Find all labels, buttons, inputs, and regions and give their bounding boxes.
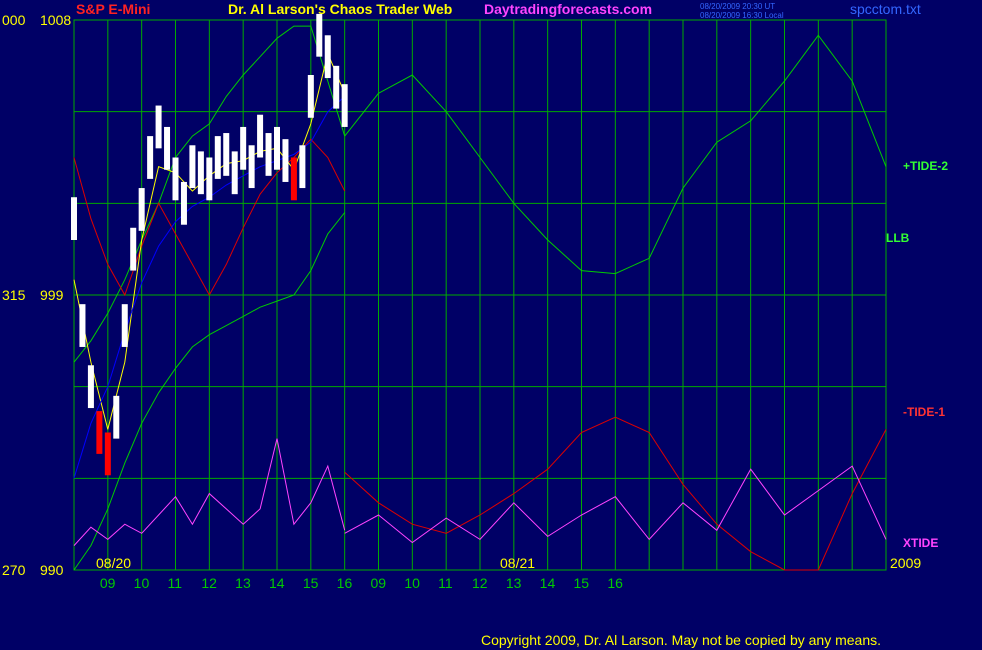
x-axis-hour-label: 10 bbox=[404, 575, 420, 591]
series-label-tide_plus: +TIDE-2 bbox=[903, 159, 948, 173]
chart-background bbox=[0, 0, 982, 650]
price-bar bbox=[180, 181, 187, 225]
y-axis-price-label: 1008 bbox=[40, 12, 71, 28]
price-bar bbox=[223, 133, 230, 176]
price-bar bbox=[333, 65, 340, 109]
price-bar bbox=[231, 151, 238, 195]
price-bar bbox=[172, 157, 179, 201]
x-axis-hour-label: 15 bbox=[303, 575, 319, 591]
price-bar bbox=[96, 411, 103, 454]
timestamp-local: 08/20/2009 16:30 Local bbox=[700, 11, 784, 20]
series-label-tide_minus: -TIDE-1 bbox=[903, 405, 945, 419]
price-bar bbox=[164, 126, 171, 170]
x-axis-hour-label: 12 bbox=[472, 575, 488, 591]
y-axis-angle-label: 270 bbox=[2, 562, 26, 578]
price-bar bbox=[197, 151, 204, 195]
price-bar bbox=[324, 35, 331, 79]
price-bar bbox=[341, 84, 348, 127]
price-bar bbox=[282, 139, 289, 182]
x-axis-hour-label: 09 bbox=[100, 575, 116, 591]
x-axis-hour-label: 10 bbox=[134, 575, 150, 591]
series-label-xtide: XTIDE bbox=[903, 536, 938, 550]
price-bar bbox=[155, 105, 162, 149]
timestamp-ut: 08/20/2009 20:30 UT bbox=[700, 2, 775, 11]
price-bar bbox=[257, 114, 264, 158]
price-bar bbox=[189, 145, 196, 189]
site-name: Daytradingforecasts.com bbox=[484, 1, 652, 17]
price-bar bbox=[240, 126, 247, 170]
price-bar bbox=[248, 145, 255, 189]
price-bar bbox=[79, 304, 86, 347]
x-axis-hour-label: 13 bbox=[506, 575, 522, 591]
x-axis-date-label: 08/20 bbox=[96, 555, 131, 571]
y-axis-price-label: 999 bbox=[40, 287, 64, 303]
price-bar bbox=[121, 304, 128, 347]
price-bar bbox=[290, 157, 297, 201]
price-bar bbox=[104, 432, 111, 476]
price-bar bbox=[206, 157, 213, 201]
x-axis-hour-label: 14 bbox=[269, 575, 285, 591]
x-axis-date-label: 2009 bbox=[890, 555, 921, 571]
x-axis-hour-label: 09 bbox=[371, 575, 387, 591]
price-bar bbox=[87, 365, 94, 409]
price-bar bbox=[274, 126, 280, 170]
x-axis-date-label: 08/21 bbox=[500, 555, 535, 571]
price-bar bbox=[147, 136, 154, 179]
series-label-llb: LLB bbox=[886, 231, 910, 245]
chart-title: Dr. Al Larson's Chaos Trader Web bbox=[228, 1, 452, 17]
x-axis-hour-label: 16 bbox=[607, 575, 623, 591]
file-name: spcctom.txt bbox=[850, 1, 921, 17]
price-bar bbox=[113, 395, 120, 439]
price-bar bbox=[307, 75, 314, 118]
price-bar bbox=[71, 197, 77, 240]
price-bar bbox=[316, 13, 323, 57]
x-axis-hour-label: 14 bbox=[540, 575, 556, 591]
y-axis-angle-label: 315 bbox=[2, 287, 26, 303]
x-axis-hour-label: 13 bbox=[235, 575, 251, 591]
price-bar bbox=[138, 188, 145, 231]
x-axis-hour-label: 15 bbox=[574, 575, 590, 591]
x-axis-hour-label: 11 bbox=[168, 575, 183, 591]
price-bar bbox=[130, 227, 137, 271]
copyright-text: Copyright 2009, Dr. Al Larson. May not b… bbox=[481, 632, 881, 648]
x-axis-hour-label: 12 bbox=[201, 575, 217, 591]
y-axis-angle-label: 000 bbox=[2, 12, 26, 28]
x-axis-hour-label: 11 bbox=[438, 575, 453, 591]
chaos-trader-chart: 000 1008 315 999 270 990 09 10 11 12 13 14 15 16 09 10 1… bbox=[0, 0, 982, 650]
symbol-title: S&P E-Mini bbox=[76, 1, 150, 17]
x-axis-hour-label: 16 bbox=[337, 575, 353, 591]
price-bar bbox=[265, 133, 272, 176]
price-bar bbox=[214, 136, 221, 179]
price-bar bbox=[299, 145, 306, 189]
y-axis-price-label: 990 bbox=[40, 562, 64, 578]
